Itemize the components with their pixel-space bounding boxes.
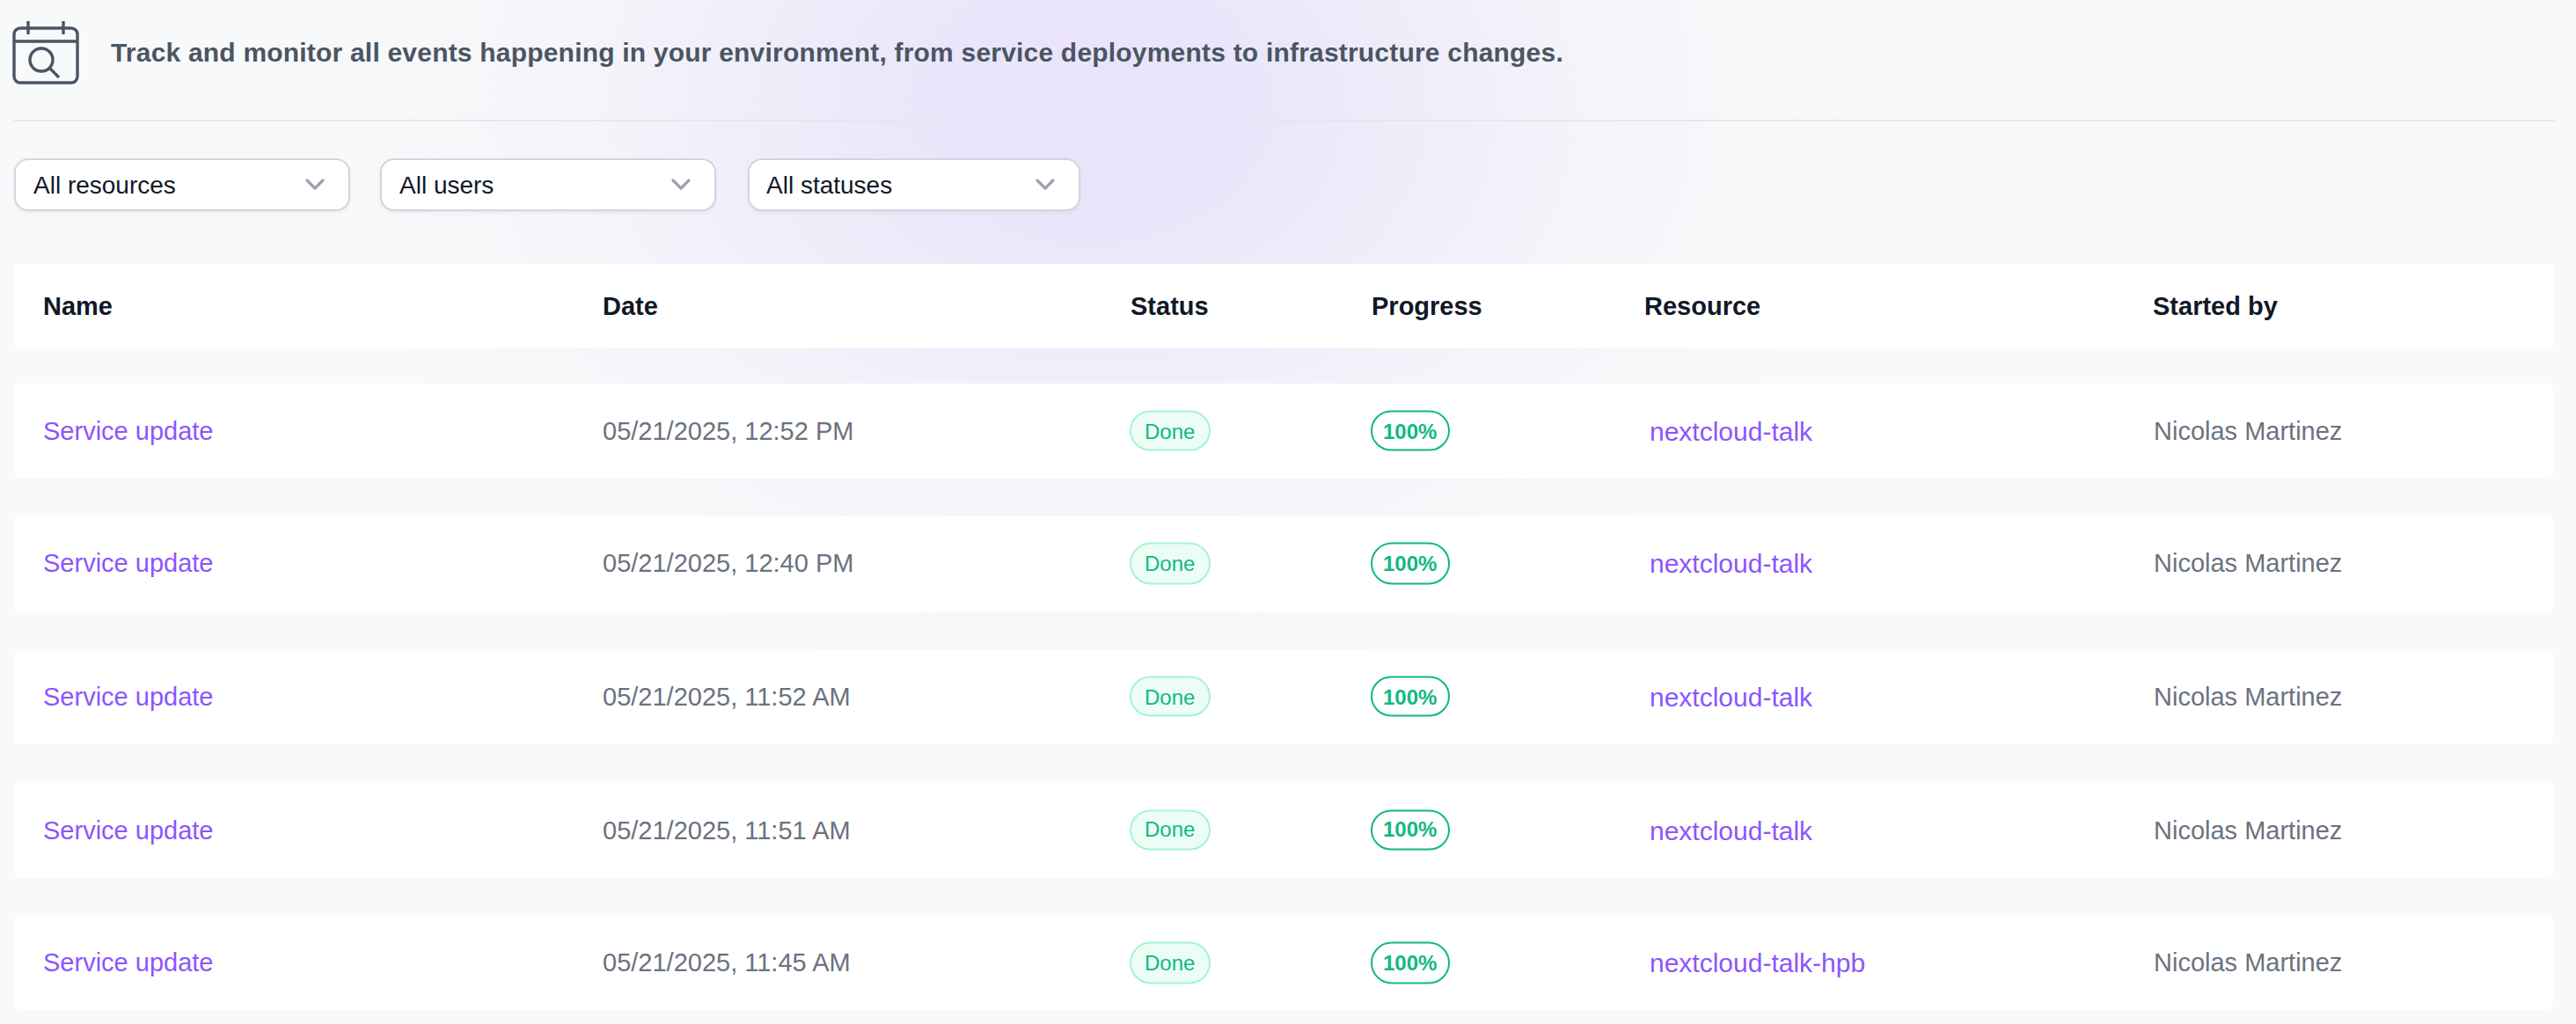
filter-statuses-label: All statuses xyxy=(766,171,892,199)
chevron-down-icon xyxy=(304,178,326,192)
started-by: Nicolas Martinez xyxy=(2154,948,2342,976)
header-divider xyxy=(14,119,2554,121)
started-by: Nicolas Martinez xyxy=(2154,683,2342,711)
table-header: Name Date Status Progress Resource Start… xyxy=(14,264,2552,348)
resource-link[interactable]: nextcloud-talk xyxy=(1650,416,1812,446)
status-cell: Done xyxy=(1129,809,1211,851)
status-badge: Done xyxy=(1129,410,1211,451)
table-row: Service update 05/21/2025, 12:40 PM Done… xyxy=(14,516,2552,611)
status-badge: Done xyxy=(1129,942,1211,984)
started-by: Nicolas Martinez xyxy=(2154,550,2342,578)
event-name-link[interactable]: Service update xyxy=(43,683,213,711)
filter-statuses-dropdown[interactable]: All statuses xyxy=(747,158,1079,211)
status-badge: Done xyxy=(1129,543,1211,584)
event-name-link[interactable]: Service update xyxy=(43,948,213,976)
table-row: Service update 05/21/2025, 11:45 AM Done… xyxy=(14,915,2552,1011)
progress-cell: 100% xyxy=(1371,676,1449,717)
filter-resources-label: All resources xyxy=(33,171,176,199)
filter-resources-dropdown[interactable]: All resources xyxy=(14,158,350,211)
resource-link[interactable]: nextcloud-talk-hpb xyxy=(1650,947,1865,977)
status-cell: Done xyxy=(1129,676,1211,717)
chevron-down-icon xyxy=(1034,178,1055,192)
calendar-search-icon xyxy=(11,18,81,95)
started-by: Nicolas Martinez xyxy=(2154,417,2342,445)
event-date: 05/21/2025, 11:45 AM xyxy=(603,948,851,976)
column-header-status: Status xyxy=(1131,292,1209,320)
status-badge: Done xyxy=(1129,676,1211,717)
started-by: Nicolas Martinez xyxy=(2154,816,2342,844)
chevron-down-icon xyxy=(670,178,692,192)
table-row: Service update 05/21/2025, 11:51 AM Done… xyxy=(14,782,2552,878)
event-name-link[interactable]: Service update xyxy=(43,417,213,445)
progress-badge: 100% xyxy=(1371,809,1449,851)
progress-badge: 100% xyxy=(1371,942,1449,984)
table-body: Service update 05/21/2025, 12:52 PM Done… xyxy=(14,383,2562,1024)
column-header-date: Date xyxy=(603,292,658,320)
event-date: 05/21/2025, 12:52 PM xyxy=(603,417,853,445)
table-row: Service update 05/21/2025, 12:52 PM Done… xyxy=(14,383,2552,479)
resource-link[interactable]: nextcloud-talk xyxy=(1650,815,1812,845)
event-date: 05/21/2025, 11:52 AM xyxy=(603,683,851,711)
progress-badge: 100% xyxy=(1371,543,1449,584)
progress-badge: 100% xyxy=(1371,410,1449,451)
table-row: Service update 05/21/2025, 11:52 AM Done… xyxy=(14,648,2552,744)
event-name-link[interactable]: Service update xyxy=(43,816,213,844)
progress-badge: 100% xyxy=(1371,676,1449,717)
event-name-link[interactable]: Service update xyxy=(43,550,213,578)
column-header-started-by: Started by xyxy=(2153,292,2278,320)
column-header-name: Name xyxy=(43,292,113,320)
filter-users-dropdown[interactable]: All users xyxy=(380,158,716,211)
column-header-resource: Resource xyxy=(1644,292,1760,320)
column-header-progress: Progress xyxy=(1372,292,1482,320)
resource-link[interactable]: nextcloud-talk xyxy=(1650,682,1812,712)
status-cell: Done xyxy=(1129,942,1211,984)
status-cell: Done xyxy=(1129,410,1211,451)
event-date: 05/21/2025, 11:51 AM xyxy=(603,816,851,844)
progress-cell: 100% xyxy=(1371,809,1449,851)
resource-link[interactable]: nextcloud-talk xyxy=(1650,549,1812,579)
status-cell: Done xyxy=(1129,543,1211,584)
progress-cell: 100% xyxy=(1371,543,1449,584)
progress-cell: 100% xyxy=(1371,410,1449,451)
page-description: Track and monitor all events happening i… xyxy=(111,37,1563,67)
filter-users-label: All users xyxy=(399,171,494,199)
progress-cell: 100% xyxy=(1371,942,1449,984)
event-date: 05/21/2025, 12:40 PM xyxy=(603,550,853,578)
status-badge: Done xyxy=(1129,809,1211,851)
